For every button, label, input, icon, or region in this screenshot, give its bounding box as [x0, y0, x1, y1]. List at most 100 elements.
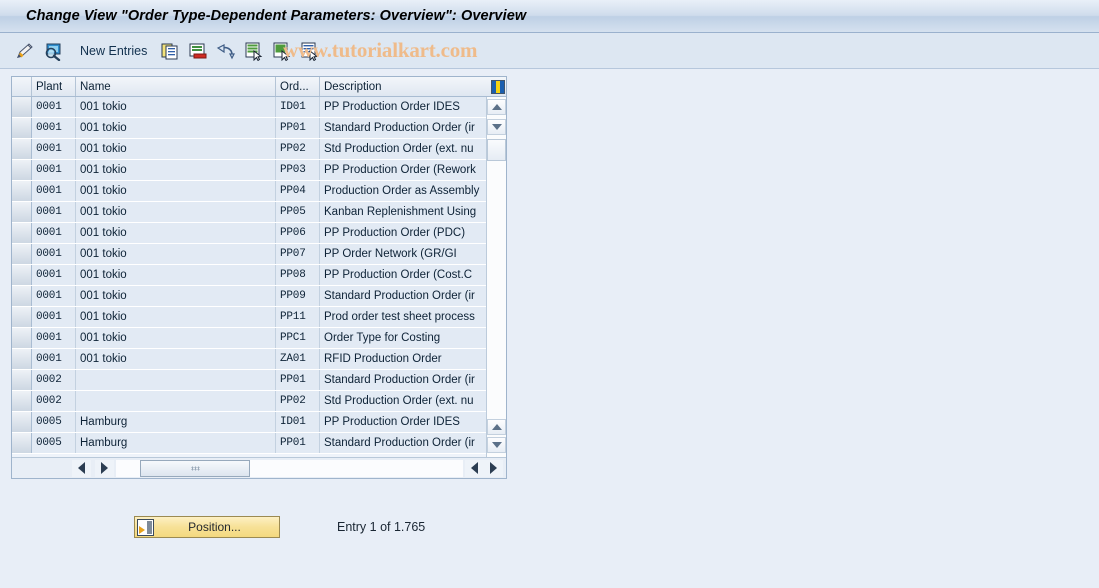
table-row[interactable]: 0001 001 tokio PP03 PP Production Order (Re…	[12, 160, 488, 181]
row-select-button[interactable]	[12, 412, 32, 432]
cell-name[interactable]: 001 tokio	[76, 286, 276, 306]
cell-order-type[interactable]: PP03	[276, 160, 320, 180]
position-button[interactable]: Position...	[134, 516, 280, 538]
cell-order-type[interactable]: PP09	[276, 286, 320, 306]
cell-name[interactable]: 001 tokio	[76, 307, 276, 327]
cell-order-type[interactable]: PP01	[276, 370, 320, 390]
cell-name[interactable]: 001 tokio	[76, 139, 276, 159]
row-select-button[interactable]	[12, 244, 32, 264]
cell-description[interactable]: Standard Production Order (ir	[320, 118, 486, 138]
row-select-button[interactable]	[12, 139, 32, 159]
table-row[interactable]: 0001 001 tokio PP04 Production Order as Ass…	[12, 181, 488, 202]
table-row[interactable]: 0001 001 tokio PP08 PP Production Order (Co…	[12, 265, 488, 286]
scroll-column-right-button[interactable]	[484, 459, 503, 477]
table-row[interactable]: 0001 001 tokio PP06 PP Production Order (PD…	[12, 223, 488, 244]
table-row[interactable]: 0001 001 tokio PP11 Prod order test sheet p…	[12, 307, 488, 328]
cell-order-type[interactable]: PP02	[276, 391, 320, 411]
cell-name[interactable]: 001 tokio	[76, 202, 276, 222]
column-header-ord[interactable]: Ord...	[276, 77, 320, 96]
scroll-right-button[interactable]	[95, 459, 114, 477]
cell-description[interactable]: Standard Production Order (ir	[320, 370, 486, 390]
row-select-button[interactable]	[12, 202, 32, 222]
cell-plant[interactable]: 0001	[32, 328, 76, 348]
row-select-button[interactable]	[12, 433, 32, 453]
cell-order-type[interactable]: PP02	[276, 139, 320, 159]
row-select-button[interactable]	[12, 160, 32, 180]
horizontal-scroll-thumb[interactable]	[140, 459, 250, 477]
table-row[interactable]: 0001 001 tokio PP07 PP Order Network (GR/GI	[12, 244, 488, 265]
scroll-page-up-button[interactable]	[487, 419, 506, 435]
column-header-plant[interactable]: Plant	[32, 77, 76, 96]
check-entries-magnifier-icon[interactable]	[42, 40, 64, 62]
cell-plant[interactable]: 0001	[32, 118, 76, 138]
horizontal-scroll-track[interactable]	[116, 459, 463, 477]
cell-name[interactable]: 001 tokio	[76, 349, 276, 369]
cell-order-type[interactable]: PP07	[276, 244, 320, 264]
cell-order-type[interactable]: ID01	[276, 97, 320, 117]
cell-description[interactable]: PP Order Network (GR/GI	[320, 244, 486, 264]
cell-description[interactable]: PP Production Order IDES	[320, 412, 486, 432]
cell-description[interactable]: Std Production Order (ext. nu	[320, 391, 486, 411]
table-row[interactable]: 0001 001 tokio PP01 Standard Production Ord…	[12, 118, 488, 139]
cell-description[interactable]: PP Production Order (PDC)	[320, 223, 486, 243]
column-header-description[interactable]: Description	[320, 77, 486, 96]
row-select-button[interactable]	[12, 328, 32, 348]
undo-icon[interactable]	[215, 40, 237, 62]
cell-name[interactable]: 001 tokio	[76, 160, 276, 180]
row-select-button[interactable]	[12, 307, 32, 327]
cell-name[interactable]: 001 tokio	[76, 118, 276, 138]
vertical-scroll-thumb[interactable]	[487, 139, 506, 161]
delete-icon[interactable]	[187, 40, 209, 62]
column-header-select[interactable]	[12, 77, 32, 96]
cell-description[interactable]: PP Production Order (Rework	[320, 160, 486, 180]
row-select-button[interactable]	[12, 265, 32, 285]
cell-plant[interactable]: 0001	[32, 97, 76, 117]
select-all-icon[interactable]	[243, 40, 265, 62]
column-header-name[interactable]: Name	[76, 77, 276, 96]
cell-description[interactable]: RFID Production Order	[320, 349, 486, 369]
scroll-down-button[interactable]	[487, 119, 506, 135]
cell-order-type[interactable]: PP01	[276, 118, 320, 138]
table-row[interactable]: 0005 Hamburg PP01 Standard Production Order…	[12, 433, 488, 454]
column-config-cell[interactable]	[486, 77, 506, 96]
cell-order-type[interactable]: PP04	[276, 181, 320, 201]
cell-order-type[interactable]: PP06	[276, 223, 320, 243]
table-row[interactable]: 0002 PP02 Std Production Order (ext. nu	[12, 391, 488, 412]
row-select-button[interactable]	[12, 370, 32, 390]
cell-plant[interactable]: 0001	[32, 265, 76, 285]
cell-description[interactable]: Std Production Order (ext. nu	[320, 139, 486, 159]
cell-description[interactable]: Standard Production Order (ir	[320, 433, 486, 453]
cell-name[interactable]: 001 tokio	[76, 328, 276, 348]
scroll-up-button[interactable]	[487, 99, 506, 115]
table-horizontal-scrollbar[interactable]	[12, 457, 506, 478]
row-select-button[interactable]	[12, 97, 32, 117]
table-row[interactable]: 0001 001 tokio PP05 Kanban Replenishment Us…	[12, 202, 488, 223]
row-select-button[interactable]	[12, 349, 32, 369]
cell-name[interactable]: Hamburg	[76, 412, 276, 432]
cell-plant[interactable]: 0001	[32, 139, 76, 159]
cell-order-type[interactable]: PP05	[276, 202, 320, 222]
cell-plant[interactable]: 0001	[32, 202, 76, 222]
scroll-page-down-button[interactable]	[487, 437, 506, 453]
cell-order-type[interactable]: PP11	[276, 307, 320, 327]
deselect-all-icon[interactable]	[299, 40, 321, 62]
cell-name[interactable]	[76, 391, 276, 411]
cell-order-type[interactable]: ID01	[276, 412, 320, 432]
copy-as-icon[interactable]	[159, 40, 181, 62]
cell-plant[interactable]: 0001	[32, 244, 76, 264]
table-row[interactable]: 0002 PP01 Standard Production Order (ir	[12, 370, 488, 391]
cell-name[interactable]: 001 tokio	[76, 181, 276, 201]
row-select-button[interactable]	[12, 286, 32, 306]
scroll-column-left-button[interactable]	[465, 459, 484, 477]
cell-plant[interactable]: 0005	[32, 433, 76, 453]
table-row[interactable]: 0001 001 tokio PP02 Std Production Order (e…	[12, 139, 488, 160]
cell-name[interactable]	[76, 370, 276, 390]
column-config-icon[interactable]	[491, 79, 505, 94]
cell-plant[interactable]: 0002	[32, 370, 76, 390]
scroll-left-button[interactable]	[72, 459, 91, 477]
cell-plant[interactable]: 0001	[32, 307, 76, 327]
cell-description[interactable]: PP Production Order (Cost.C	[320, 265, 486, 285]
cell-plant[interactable]: 0002	[32, 391, 76, 411]
cell-name[interactable]: 001 tokio	[76, 97, 276, 117]
cell-description[interactable]: PP Production Order IDES	[320, 97, 486, 117]
